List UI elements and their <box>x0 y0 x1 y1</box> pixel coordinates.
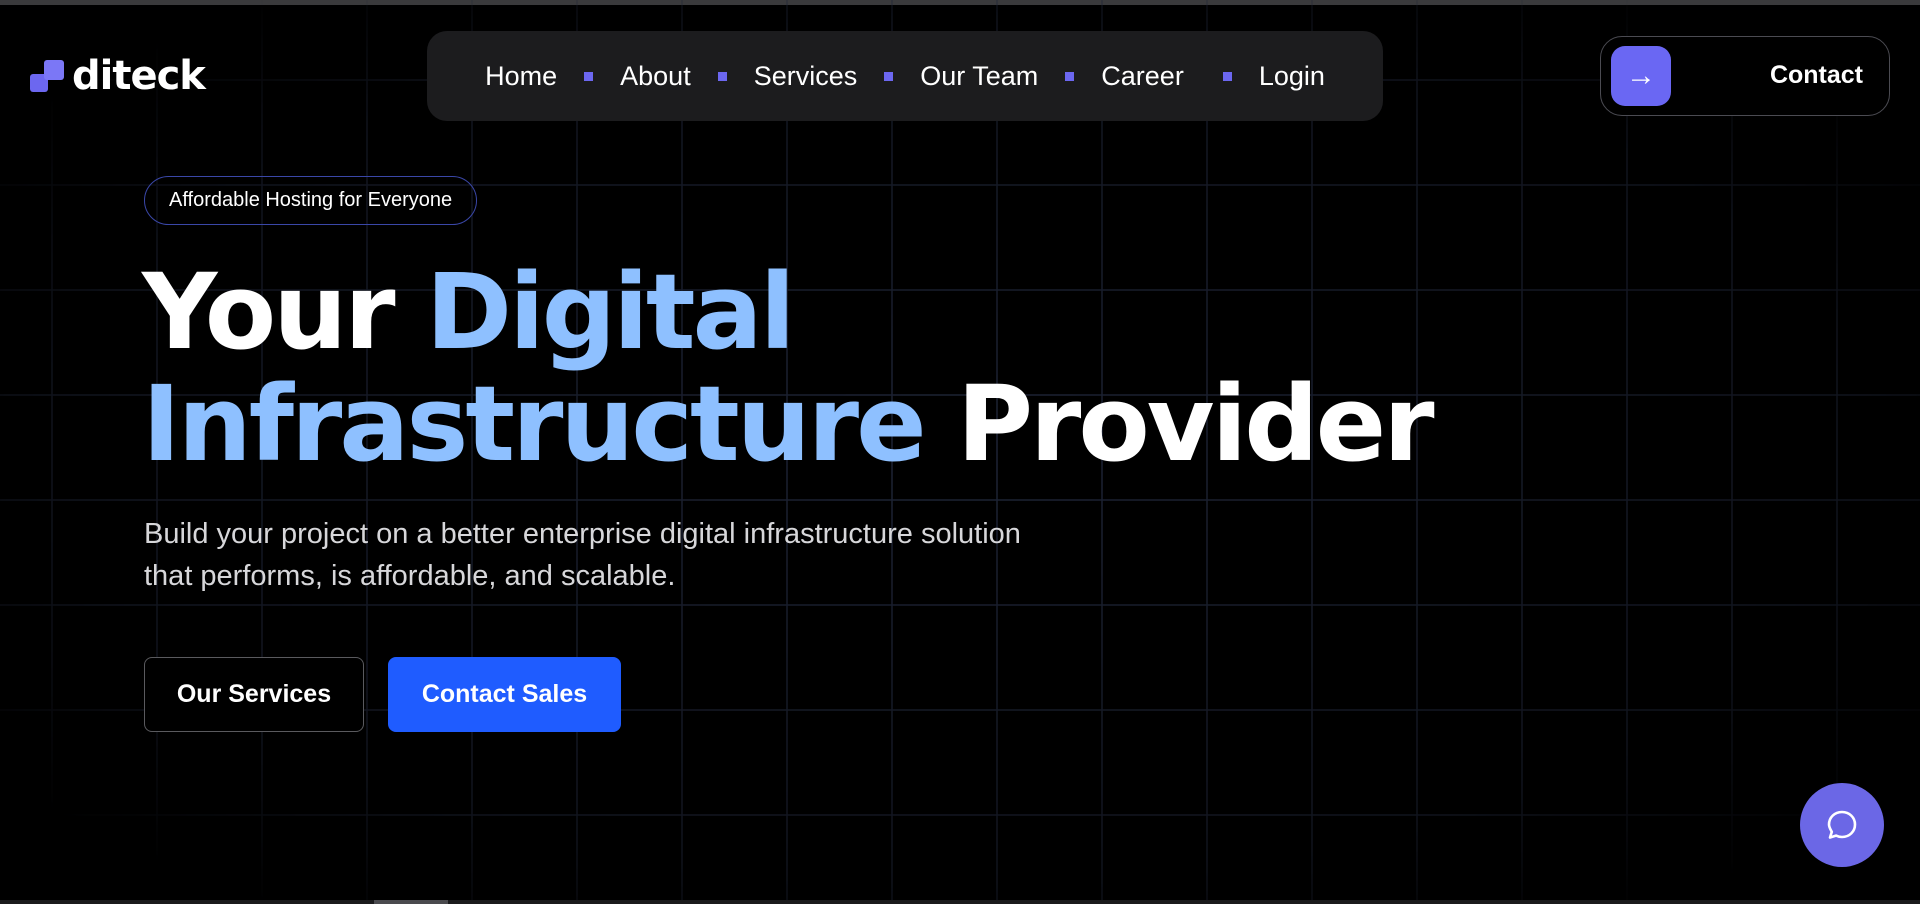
nav-item-login[interactable]: Login <box>1259 61 1325 92</box>
nav-item-our-team[interactable]: Our Team <box>920 61 1038 92</box>
page: diteck Home About Services Our Team Care… <box>0 0 1920 904</box>
brand-logo[interactable]: diteck <box>30 53 206 99</box>
bottom-scrollbar[interactable] <box>0 900 1920 904</box>
nav-separator-icon <box>884 71 894 81</box>
hero-badge: Affordable Hosting for Everyone <box>144 176 478 225</box>
nav-item-services[interactable]: Services <box>754 61 858 92</box>
contact-label: Contact <box>1769 61 1863 89</box>
nav-separator-icon <box>1065 71 1075 81</box>
arrow-right-icon[interactable]: → <box>1611 46 1671 106</box>
nav-separator-icon <box>584 71 594 81</box>
headline-part-provider: Provider <box>923 363 1435 485</box>
subtitle-line-1: Build your project on a better enterpris… <box>144 518 1021 550</box>
main-nav: Home About Services Our Team Career Logi… <box>427 31 1383 121</box>
top-window-strip <box>0 0 1920 5</box>
contact-button[interactable]: → Contact <box>1600 36 1890 116</box>
scrollbar-thumb[interactable] <box>374 900 448 904</box>
hero-headline: Your Digital Infrastructure Provider <box>142 256 1435 480</box>
contact-sales-button[interactable]: Contact Sales <box>388 657 621 732</box>
nav-item-about[interactable]: About <box>620 61 691 92</box>
our-services-button[interactable]: Our Services <box>144 657 364 732</box>
nav-separator-icon <box>1222 71 1232 81</box>
subtitle-line-2: that performs, is affordable, and scalab… <box>144 560 676 592</box>
chat-bubble-icon <box>1827 810 1857 839</box>
chat-button[interactable] <box>1800 783 1884 867</box>
headline-part-infrastructure: Infrastructure <box>142 363 927 485</box>
headline-part-digital: Digital <box>425 251 796 373</box>
brand-name: diteck <box>72 53 206 99</box>
nav-item-home[interactable]: Home <box>485 61 557 92</box>
headline-part-your: Your <box>142 251 426 373</box>
nav-separator-icon <box>717 71 727 81</box>
logo-icon <box>30 58 66 94</box>
hero-subtitle: Build your project on a better enterpris… <box>144 513 1124 597</box>
nav-item-career[interactable]: Career <box>1101 61 1184 92</box>
